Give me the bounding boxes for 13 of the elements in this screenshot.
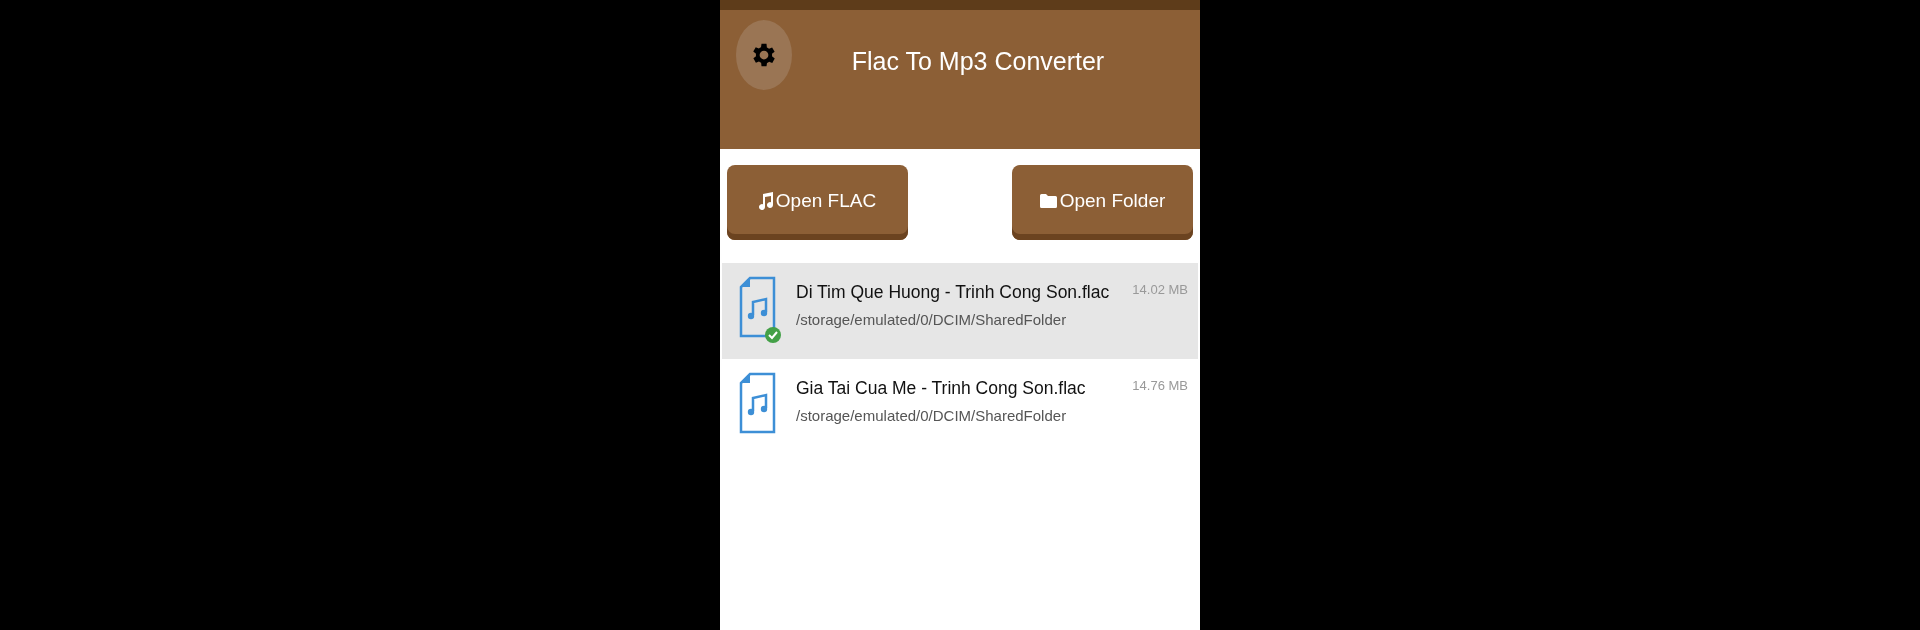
open-folder-button[interactable]: Open Folder [1012,165,1193,240]
folder-icon [1039,193,1057,208]
file-path: /storage/emulated/0/DCIM/SharedFolder [796,407,1068,424]
file-name: Gia Tai Cua Me - Trinh Cong Son.flac [796,378,1087,399]
file-list-item[interactable]: Di Tim Que Huong - Trinh Cong Son.flac /storage/emulated/0/DCIM/SharedFolder 14.02 MB [722,263,1198,359]
file-name: Di Tim Que Huong - Trinh Cong Son.flac [796,282,1111,303]
file-size: 14.76 MB [1132,377,1188,393]
open-file-button[interactable]: Open FLAC [727,165,908,240]
file-path: /storage/emulated/0/DCIM/SharedFolder [796,311,1068,328]
music-note-icon [758,191,773,210]
file-size: 14.02 MB [1132,281,1188,297]
app-title: Flac To Mp3 Converter [850,46,1106,76]
file-list-item[interactable]: Gia Tai Cua Me - Trinh Cong Son.flac /storage/emulated/0/DCIM/SharedFolder 14.76 MB [722,359,1198,455]
